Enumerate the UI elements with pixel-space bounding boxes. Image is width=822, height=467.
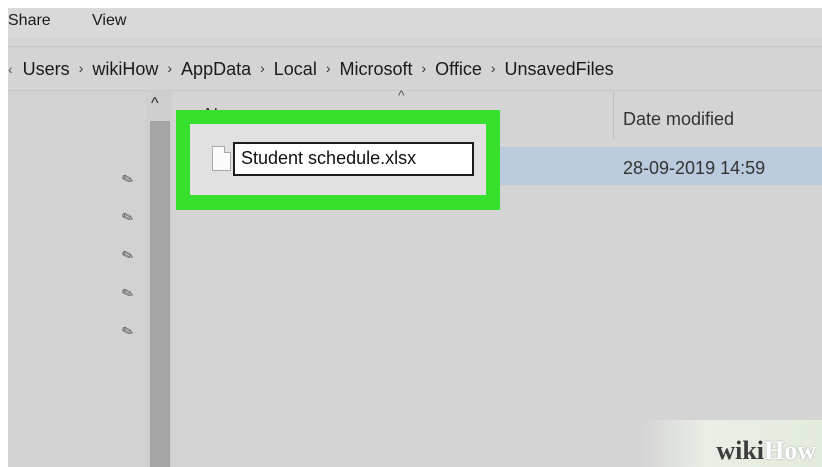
breadcrumb-wikihow[interactable]: wikiHow (92, 59, 158, 80)
navigation-pane[interactable]: ✎ ✎ ✎ ✎ ✎ (8, 91, 148, 467)
address-bar[interactable]: ‹ Users › wikiHow › AppData › Local › Mi… (8, 48, 822, 90)
breadcrumb-unsavedfiles[interactable]: UnsavedFiles (505, 59, 614, 80)
pin-icon[interactable]: ✎ (119, 322, 136, 342)
pin-icon[interactable]: ✎ (119, 284, 136, 304)
breadcrumb-appdata[interactable]: AppData (181, 59, 251, 80)
chevron-right-icon[interactable]: › (260, 60, 265, 76)
file-date-modified: 28-09-2019 14:59 (623, 158, 766, 178)
pin-icon[interactable]: ✎ (119, 246, 136, 266)
rename-input[interactable]: Student schedule.xlsx (233, 142, 474, 176)
chevron-right-icon[interactable]: › (79, 60, 84, 76)
menu-view[interactable]: View (92, 12, 126, 30)
breadcrumb-microsoft[interactable]: Microsoft (339, 59, 412, 80)
watermark-band (0, 420, 822, 467)
chevron-right-icon[interactable]: › (491, 60, 496, 76)
column-header-date-modified[interactable]: Date modified (623, 109, 734, 130)
breadcrumb-office[interactable]: Office (435, 59, 482, 80)
wikihow-watermark: wikiHow (716, 436, 816, 466)
sort-ascending-icon: ^ (398, 87, 405, 103)
watermark-how: How (764, 436, 816, 465)
breadcrumb-users[interactable]: Users (23, 59, 70, 80)
breadcrumb-local[interactable]: Local (274, 59, 317, 80)
ribbon-menu: Share View (8, 8, 822, 38)
chevron-right-icon[interactable]: › (326, 60, 331, 76)
pin-icon[interactable]: ✎ (119, 170, 136, 190)
column-divider[interactable] (613, 91, 614, 139)
watermark-wiki: wiki (716, 436, 764, 465)
pin-icon[interactable]: ✎ (119, 208, 136, 228)
menu-share[interactable]: Share (8, 12, 51, 30)
ribbon-divider (8, 46, 822, 47)
nav-scrollbar[interactable]: ^ (146, 91, 172, 467)
chevron-right-icon[interactable]: › (167, 60, 172, 76)
explorer-window: Share View ‹ Users › wikiHow › AppData ›… (8, 8, 822, 467)
scrollbar-thumb[interactable] (150, 121, 170, 467)
file-icon (212, 146, 231, 171)
chevron-left-icon[interactable]: ‹ (8, 61, 13, 77)
chevron-right-icon[interactable]: › (422, 60, 427, 76)
scroll-up-icon[interactable]: ^ (151, 95, 159, 113)
